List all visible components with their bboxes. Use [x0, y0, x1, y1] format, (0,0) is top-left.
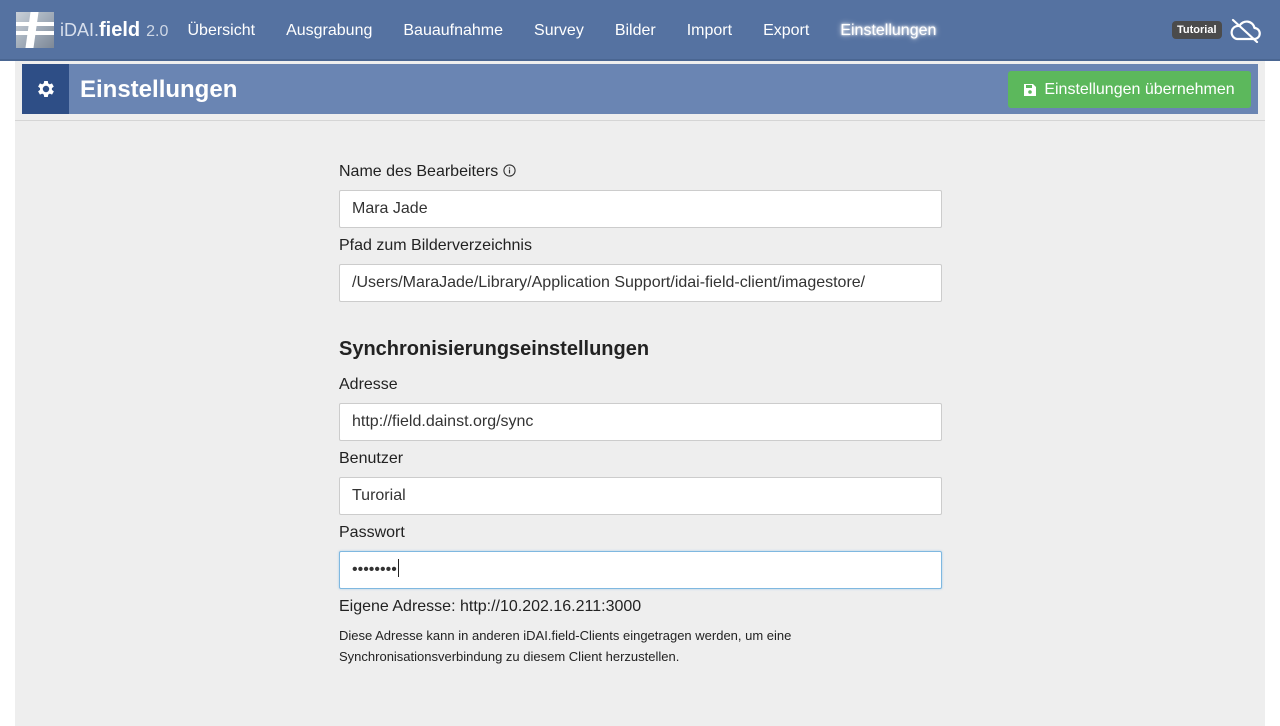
sync-address-label: Adresse: [339, 376, 398, 393]
own-address-note-line2: Synchronisationsverbindung zu diesem Cli…: [339, 649, 680, 664]
own-address-note: Diese Adresse kann in anderen iDAI.field…: [339, 625, 942, 667]
header-icon-box: [22, 64, 69, 114]
sync-user-input[interactable]: Turorial: [339, 477, 942, 515]
image-path-label: Pfad zum Bilderverzeichnis: [339, 237, 532, 254]
main-nav: Übersicht Ausgrabung Bauaufnahme Survey …: [172, 0, 952, 61]
editor-name-input[interactable]: Mara Jade: [339, 190, 942, 228]
save-icon: [1024, 83, 1037, 96]
header-divider: [15, 120, 1265, 121]
page-title: Einstellungen: [80, 76, 238, 103]
nav-item-survey[interactable]: Survey: [519, 22, 600, 40]
sync-password-input[interactable]: ••••••••: [339, 551, 942, 589]
app-version: 2.0: [146, 22, 169, 40]
nav-item-uebersicht[interactable]: Übersicht: [172, 22, 271, 40]
settings-page: Einstellungen Einstellungen übernehmen N…: [15, 61, 1265, 726]
nav-item-ausgrabung[interactable]: Ausgrabung: [271, 22, 388, 40]
page-header: Einstellungen Einstellungen übernehmen: [22, 64, 1258, 114]
project-badge[interactable]: Tutorial: [1172, 21, 1222, 39]
sync-address-input[interactable]: http://field.dainst.org/sync: [339, 403, 942, 441]
sync-user-label: Benutzer: [339, 450, 404, 467]
nav-item-export[interactable]: Export: [748, 22, 825, 40]
app-name-prefix: iDAI.: [60, 19, 100, 40]
app-name-main: field: [99, 18, 141, 41]
apply-settings-label: Einstellungen übernehmen: [1044, 80, 1235, 98]
cloud-off-icon[interactable]: [1229, 17, 1261, 43]
top-navbar: iDAI. field 2.0 Übersicht Ausgrabung Bauau…: [0, 0, 1280, 61]
own-address-note-line1: Diese Adresse kann in anderen iDAI.field…: [339, 628, 792, 643]
editor-name-label: Name des Bearbeiters: [339, 163, 516, 181]
sync-settings-heading: Synchronisierungseinstellungen: [339, 338, 650, 360]
image-path-input[interactable]: /Users/MaraJade/Library/Application Supp…: [339, 264, 942, 302]
app-brand[interactable]: iDAI. field 2.0: [16, 12, 168, 48]
nav-item-bilder[interactable]: Bilder: [599, 22, 671, 40]
text-caret: [397, 559, 399, 577]
own-address-text: Eigene Adresse: http://10.202.16.211:300…: [339, 598, 642, 615]
nav-item-bauaufnahme[interactable]: Bauaufnahme: [388, 22, 519, 40]
nav-item-import[interactable]: Import: [671, 22, 747, 40]
app-logo: [16, 12, 54, 48]
info-icon[interactable]: [503, 164, 516, 177]
sync-password-label: Passwort: [339, 524, 405, 541]
gear-icon: [37, 81, 54, 97]
password-value: ••••••••: [352, 561, 397, 578]
app-name: iDAI. field 2.0: [60, 19, 168, 42]
apply-settings-button[interactable]: Einstellungen übernehmen: [1008, 71, 1251, 108]
nav-item-einstellungen[interactable]: Einstellungen: [825, 22, 952, 40]
